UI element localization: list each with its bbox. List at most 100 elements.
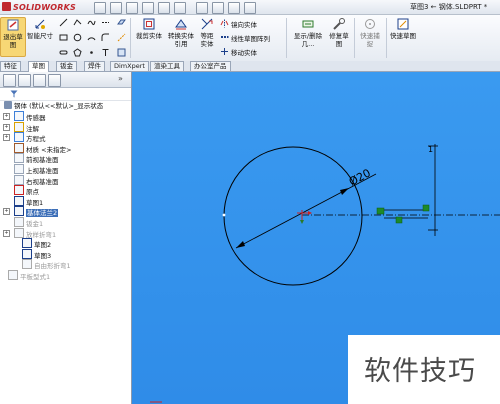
redo-icon[interactable] (174, 2, 186, 14)
tab-6[interactable]: 办公室产品 (190, 61, 231, 71)
tree-item[interactable]: 注解 (14, 121, 39, 133)
new-document-icon[interactable] (94, 2, 106, 14)
offset-entities-button[interactable]: 裁剪实体 (134, 17, 164, 59)
select-icon[interactable] (196, 2, 208, 14)
tree-item-icon (14, 111, 24, 121)
manager-tabs: » (0, 72, 131, 88)
tree-item[interactable]: 材质 <未指定> (14, 142, 71, 154)
tree-item[interactable]: 前视基准面 (14, 153, 59, 164)
tree-item[interactable]: 放样折弯1 (14, 227, 56, 239)
quick-sketch-icon (397, 18, 409, 30)
title-bar: SOLIDWORKS 草图3 ← 钢体.SLDPRT * (0, 0, 500, 15)
tab-3[interactable]: 焊件 (84, 61, 105, 71)
options-icon[interactable] (244, 2, 256, 14)
tree-expand-icon[interactable]: + (3, 123, 10, 131)
tree-item[interactable]: 传感器 (14, 111, 46, 122)
trim-entities-button[interactable]: 等距实体 (198, 17, 216, 59)
expand-panel-icon[interactable]: » (118, 74, 123, 83)
feature-manager-tab-icon[interactable] (3, 74, 16, 87)
mirror-entities-icon (220, 19, 229, 28)
sketch-point[interactable] (222, 213, 226, 217)
dimension-arrow (340, 188, 349, 195)
display-delete-relations-button[interactable]: 显示/删除几... (290, 17, 326, 59)
text-icon[interactable] (101, 48, 110, 57)
centerline-icon[interactable] (101, 18, 110, 27)
polygon-icon[interactable] (73, 48, 82, 57)
ribbon-separator (354, 18, 355, 58)
rectangle-icon[interactable] (59, 33, 68, 42)
tree-expand-icon[interactable]: + (3, 134, 10, 142)
tree-item[interactable]: 基体法兰2 (14, 206, 59, 218)
open-document-icon[interactable] (110, 2, 122, 14)
solidworks-logo[interactable]: SOLIDWORKS (2, 2, 76, 12)
trim-entities-icon (201, 18, 213, 30)
tree-item[interactable]: 上视基准面 (14, 164, 59, 175)
feature-filter[interactable] (0, 88, 131, 101)
origin-arrow-icon (300, 220, 304, 224)
construction-geometry-icon[interactable] (117, 33, 126, 42)
arc-icon[interactable] (87, 33, 96, 42)
exit-sketch-button[interactable]: 退出草图 (0, 17, 26, 57)
polyline-icon[interactable] (73, 18, 82, 27)
quick-sketch-button[interactable]: 快速草图 (390, 17, 416, 59)
point-icon[interactable] (87, 48, 96, 57)
sketch-circle[interactable] (223, 146, 363, 286)
tree-root-part[interactable]: 钢体 (默认<<默认>_显示状态 (4, 101, 103, 110)
repair-sketch-button[interactable]: 修复草图 (328, 17, 350, 59)
tab-4[interactable]: DimXpert (110, 61, 149, 71)
dimxpert-manager-tab-icon[interactable] (48, 74, 61, 87)
tree-item[interactable]: 草图1 (14, 195, 43, 207)
line-icon[interactable] (59, 18, 68, 27)
offset-entities-icon (143, 18, 155, 30)
tree-item[interactable]: 草图3 (22, 248, 51, 260)
tree-item-icon (14, 132, 24, 143)
convert-entities-button[interactable]: 转换实体引用 (166, 17, 196, 59)
tree-item[interactable]: 平板型式1 (8, 270, 50, 281)
side-dimension-text[interactable]: 1 (428, 145, 433, 154)
circle-icon[interactable] (73, 33, 82, 42)
tree-item[interactable]: 自由形折弯1 (22, 259, 71, 270)
tree-item-icon (14, 227, 24, 238)
tree-item[interactable]: 方程式 (14, 132, 46, 143)
tab-5[interactable]: 渲染工具 (150, 61, 184, 71)
move-entities-label[interactable]: 移动实体 (231, 47, 257, 57)
tree-item[interactable]: 原点 (14, 185, 39, 196)
spline-icon[interactable] (87, 18, 96, 27)
document-title: 草图3 ← 钢体.SLDPRT * (410, 3, 488, 11)
rebuild-icon[interactable] (212, 2, 224, 14)
tree-expand-icon[interactable]: + (3, 113, 10, 120)
smart-dimension-button[interactable]: 智能尺寸 (27, 17, 53, 59)
rapid-snap-button[interactable]: 快速捕捉 (358, 17, 382, 59)
ds-logo-icon (2, 2, 11, 11)
horizontal-relation-icon[interactable] (395, 216, 403, 224)
tab-0[interactable]: 特征 (0, 61, 21, 71)
tree-item-icon (14, 121, 24, 132)
watermark-text: 软件技巧 (364, 356, 476, 387)
sketch-picture-icon[interactable] (117, 48, 126, 57)
mirror-entities-label[interactable]: 镜向实体 (231, 19, 257, 29)
file-properties-icon[interactable] (228, 2, 240, 14)
linear-pattern-label[interactable]: 线性草图阵列 (231, 33, 270, 43)
tree-item[interactable]: 草图2 (22, 238, 51, 249)
repair-sketch-icon (333, 18, 345, 30)
tree-item[interactable]: 右视基准面 (14, 174, 59, 186)
origin-arrow-icon (308, 211, 312, 215)
tab-2[interactable]: 钣金 (56, 61, 77, 71)
print-icon[interactable] (142, 2, 154, 14)
slot-icon[interactable] (59, 48, 68, 57)
coincident-relation-icon[interactable] (376, 207, 385, 215)
filter-icon (10, 90, 18, 98)
exit-sketch-icon (7, 19, 19, 31)
vertical-relation-icon[interactable] (422, 204, 430, 212)
undo-icon[interactable] (158, 2, 170, 14)
diameter-dimension-text[interactable]: Ø20 (347, 166, 373, 188)
tree-expand-icon[interactable]: + (3, 208, 10, 216)
property-manager-tab-icon[interactable] (18, 74, 31, 87)
configuration-manager-tab-icon[interactable] (33, 74, 46, 87)
sketch-plane-icon[interactable] (117, 18, 126, 27)
tree-item[interactable]: 钣金1 (14, 217, 43, 228)
save-icon[interactable] (126, 2, 138, 14)
fillet-icon[interactable] (101, 33, 110, 42)
feature-manager-panel: » 钢体 (默认<<默认>_显示状态 + 传感器 + 注解 + 方程式 材质 <未指定> 前视基… (0, 72, 132, 404)
tab-1[interactable]: 草图 (28, 61, 49, 72)
